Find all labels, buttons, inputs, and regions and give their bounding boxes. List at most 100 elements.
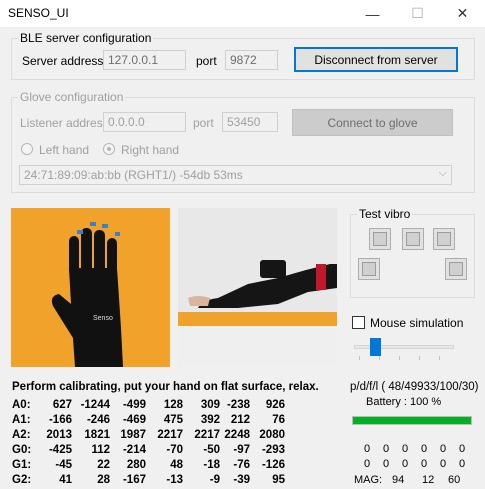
sensor-value: 41 (59, 474, 72, 486)
sensor-value: 95 (272, 474, 285, 486)
finger-value: 0 (459, 443, 466, 455)
sensitivity-slider[interactable] (350, 336, 458, 360)
finger-value: 0 (421, 458, 428, 470)
sensor-value: -50 (203, 444, 220, 456)
sensor-value: 392 (200, 414, 220, 426)
sensor-value: 76 (272, 414, 285, 426)
sensor-value: -70 (166, 444, 183, 456)
sensor-value: -238 (226, 399, 250, 411)
test-vibro-group: Test vibro (350, 207, 475, 298)
svg-text:Senso: Senso (93, 315, 113, 322)
disconnect-server-button[interactable]: Disconnect from server (294, 47, 458, 72)
finger-value: 0 (383, 443, 390, 455)
sensor-value: 1987 (120, 429, 146, 441)
sensor-value: 926 (265, 399, 285, 411)
listener-address-label: Listener address (20, 116, 109, 130)
listener-address-field[interactable]: 0.0.0.0 (103, 112, 186, 132)
sensor-value: 28 (97, 474, 110, 486)
battery-label: Battery : 100 % (366, 396, 442, 408)
sensor-value: -293 (261, 444, 285, 456)
finger-value: 0 (364, 443, 371, 455)
sensor-value: 627 (52, 399, 72, 411)
sensor-value: -126 (261, 459, 285, 471)
sensor-value: -167 (122, 474, 146, 486)
server-port-label: port (196, 54, 217, 68)
maximize-icon: ☐ (411, 5, 424, 21)
finger-value: 0 (364, 458, 371, 470)
sensor-value: 2217 (157, 429, 183, 441)
vibro-button-3[interactable] (433, 228, 455, 250)
mag-value-z: 60 (448, 474, 461, 486)
sensor-value: -18 (203, 459, 220, 471)
finger-value: 0 (383, 458, 390, 470)
server-address-field[interactable]: 127.0.0.1 (103, 50, 186, 70)
sensor-value: 475 (163, 414, 183, 426)
left-hand-label: Left hand (39, 143, 90, 157)
finger-value: 0 (440, 458, 447, 470)
slider-tick (419, 356, 420, 360)
sensor-value: 22 (97, 459, 110, 471)
minimize-icon: — (365, 5, 380, 22)
server-address-label: Server address (22, 54, 104, 68)
right-hand-radio[interactable] (103, 143, 115, 155)
minimize-button[interactable]: — (350, 0, 395, 27)
title-bar: SENSO_UI — ☐ ✕ (0, 0, 485, 27)
vibro-button-2[interactable] (402, 228, 424, 250)
sensor-value: -425 (48, 444, 72, 456)
sensor-value: 2248 (224, 429, 250, 441)
packet-stats: p/d/f/l ( 48/49933/100/30) (350, 381, 479, 393)
glove-port-field[interactable]: 53450 (222, 112, 278, 132)
mouse-simulation-label: Mouse simulation (370, 316, 464, 330)
sensor-value: -499 (122, 399, 146, 411)
connect-glove-button[interactable]: Connect to glove (292, 109, 453, 136)
sensor-value: 128 (163, 399, 183, 411)
sensor-value: -246 (86, 414, 110, 426)
maximize-button[interactable]: ☐ (395, 0, 440, 27)
sensor-value: 309 (200, 399, 220, 411)
sensor-value: 2013 (46, 429, 72, 441)
slider-tick (359, 356, 360, 360)
mag-value-y: 12 (422, 474, 435, 486)
device-select-value: 24:71:89:09:ab:bb (RGHT1/) -54db 53ms (24, 168, 243, 182)
glove-config-legend: Glove configuration (18, 90, 126, 104)
sensor-value: 2217 (194, 429, 220, 441)
slider-track (354, 345, 454, 349)
device-select[interactable]: 24:71:89:09:ab:bb (RGHT1/) -54db 53ms ⌵ (19, 165, 452, 185)
finger-value: 0 (459, 458, 466, 470)
mouse-simulation-checkbox[interactable] (352, 316, 365, 329)
sensor-value: -9 (209, 474, 220, 486)
sensor-value: -97 (233, 444, 250, 456)
ble-server-legend: BLE server configuration (18, 31, 154, 45)
glove-port-label: port (193, 116, 214, 130)
sensor-value: 2080 (259, 429, 285, 441)
vibro-button-1[interactable] (369, 228, 391, 250)
slider-thumb[interactable] (370, 338, 381, 356)
sensor-value: -469 (122, 414, 146, 426)
sensor-row-label: A2: (12, 429, 31, 441)
sensor-value: -13 (166, 474, 183, 486)
sensor-value: 112 (91, 444, 110, 456)
vibro-button-4[interactable] (358, 258, 380, 280)
slider-tick (439, 356, 440, 360)
calibration-message: Perform calibrating, put your hand on fl… (12, 381, 319, 393)
slider-tick (379, 356, 380, 360)
left-hand-radio[interactable] (21, 143, 33, 155)
vibro-button-5[interactable] (445, 258, 467, 280)
sensor-row-label: A1: (12, 414, 31, 426)
mag-label: MAG: (354, 474, 383, 486)
glove-side-image (178, 208, 337, 367)
sensor-row-label: G1: (12, 459, 32, 471)
sensor-value: -39 (233, 474, 250, 486)
server-port-field[interactable]: 9872 (225, 50, 278, 70)
sensor-row-label: G2: (12, 474, 32, 486)
sensor-value: -1244 (80, 399, 110, 411)
finger-value: 0 (402, 458, 409, 470)
sensor-value: -76 (233, 459, 250, 471)
slider-tick (399, 356, 400, 360)
close-button[interactable]: ✕ (440, 0, 485, 27)
test-vibro-legend: Test vibro (357, 207, 413, 221)
sensor-value: 48 (170, 459, 183, 471)
finger-value: 0 (421, 443, 428, 455)
sensor-value: -214 (122, 444, 146, 456)
mag-value-x: 94 (392, 474, 405, 486)
